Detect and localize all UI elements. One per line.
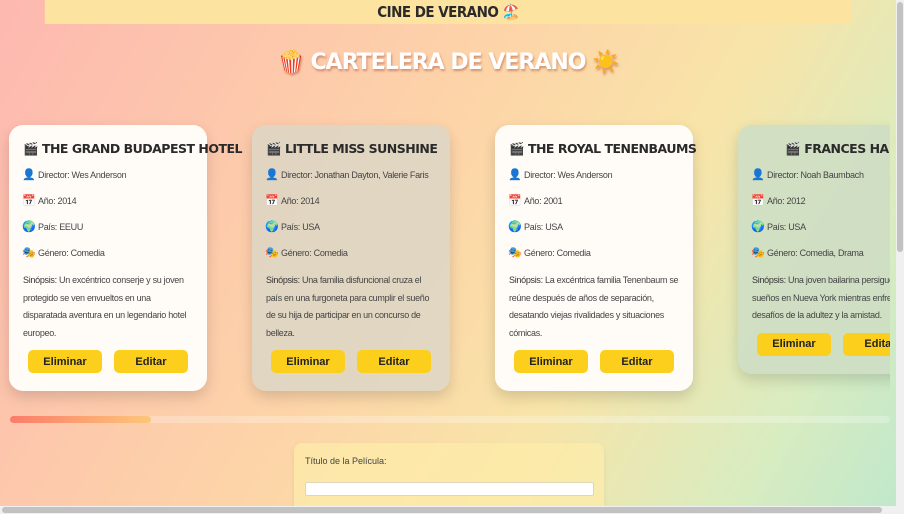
year-row: 📅 Año: 2012 [751, 195, 806, 207]
user-icon: 👤 [265, 169, 279, 181]
delete-button[interactable]: Eliminar [28, 350, 102, 373]
clapperboard-icon: 🎬 [23, 141, 39, 156]
calendar-icon: 📅 [22, 195, 36, 207]
director-row: 👤 Director: Wes Anderson [22, 169, 127, 181]
movie-card: 🎬 THE GRAND BUDAPEST HOTEL 👤 Director: We… [9, 125, 243, 391]
globe-icon: 🌍 [508, 221, 522, 233]
movie-title: 🎬 THE GRAND BUDAPEST HOTEL [23, 141, 243, 156]
year-row: 📅 Año: 2014 [22, 195, 77, 207]
movie-form: Título de la Película: [294, 443, 604, 513]
edit-button[interactable]: Editar [843, 332, 890, 356]
genre-row: 🎭 Género: Comedia [508, 247, 591, 259]
movie-card: 🎬 FRANCES HA 👤 Director: Noah Baumbach 📅 A… [738, 125, 890, 374]
genre-row: 🎭 Género: Comedia [265, 247, 348, 259]
delete-button[interactable]: Eliminar [514, 350, 588, 373]
country-row: 🌍 País: USA [265, 221, 320, 233]
edit-button[interactable]: Editar [600, 350, 674, 373]
page-title: 🍿 CARTELERA DE VERANO ☀️ [277, 50, 619, 75]
country-row: 🌍 País: USA [751, 221, 806, 233]
synopsis: Sinópsis: Una joven bailarina persigue s… [752, 275, 890, 320]
user-icon: 👤 [751, 169, 765, 181]
edit-button[interactable]: Editar [357, 350, 431, 373]
director-row: 👤 Director: Wes Anderson [508, 169, 613, 181]
director-row: 👤 Director: Noah Baumbach [751, 169, 864, 181]
carousel-progress-fill [10, 416, 151, 423]
theater-masks-icon: 🎭 [265, 247, 279, 259]
calendar-icon: 📅 [751, 195, 765, 207]
carousel-progress-track[interactable] [10, 416, 890, 423]
user-icon: 👤 [22, 169, 36, 181]
movie-title: 🎬 LITTLE MISS SUNSHINE [266, 141, 438, 156]
clapperboard-icon: 🎬 [785, 141, 801, 156]
theater-masks-icon: 🎭 [22, 247, 36, 259]
movie-carousel[interactable]: 🎬 THE GRAND BUDAPEST HOTEL 👤 Director: We… [0, 110, 890, 410]
edit-button[interactable]: Editar [114, 350, 188, 373]
country-row: 🌍 País: USA [508, 221, 563, 233]
horizontal-scrollbar[interactable] [0, 506, 896, 514]
year-row: 📅 Año: 2014 [265, 195, 320, 207]
theater-masks-icon: 🎭 [508, 247, 522, 259]
movie-title: 🎬 THE ROYAL TENENBAUMS [509, 141, 697, 156]
clapperboard-icon: 🎬 [509, 141, 525, 156]
synopsis: Sinópsis: La excéntrica familia Tenenbau… [509, 275, 679, 338]
vertical-scrollbar[interactable] [896, 0, 904, 514]
title-field-label: Título de la Película: [305, 456, 387, 466]
synopsis: Sinópsis: Un excéntrico conserje y su jo… [23, 275, 187, 338]
globe-icon: 🌍 [751, 221, 765, 233]
country-row: 🌍 País: EEUU [22, 221, 84, 233]
director-row: 👤 Director: Jonathan Dayton, Valerie Fari… [265, 169, 429, 181]
calendar-icon: 📅 [265, 195, 279, 207]
delete-button[interactable]: Eliminar [271, 350, 345, 373]
genre-row: 🎭 Género: Comedia [22, 247, 105, 259]
calendar-icon: 📅 [508, 195, 522, 207]
clapperboard-icon: 🎬 [266, 141, 282, 156]
year-row: 📅 Año: 2001 [508, 195, 563, 207]
synopsis: Sinópsis: Una familia disfuncional cruza… [266, 275, 430, 338]
user-icon: 👤 [508, 169, 522, 181]
movie-title: 🎬 FRANCES HA [785, 141, 889, 156]
vertical-scrollbar-thumb[interactable] [897, 2, 903, 252]
title-field[interactable] [305, 482, 594, 496]
app-header: CINE DE VERANO 🏖️ [44, 0, 852, 24]
movie-card: 🎬 THE ROYAL TENENBAUMS 👤 Director: Wes An… [495, 125, 697, 391]
horizontal-scrollbar-thumb[interactable] [2, 507, 882, 513]
movie-card: 🎬 LITTLE MISS SUNSHINE 👤 Director: Jonath… [252, 125, 450, 391]
globe-icon: 🌍 [22, 221, 36, 233]
globe-icon: 🌍 [265, 221, 279, 233]
genre-row: 🎭 Género: Comedia, Drama [751, 247, 864, 259]
theater-masks-icon: 🎭 [751, 247, 765, 259]
delete-button[interactable]: Eliminar [757, 332, 831, 356]
